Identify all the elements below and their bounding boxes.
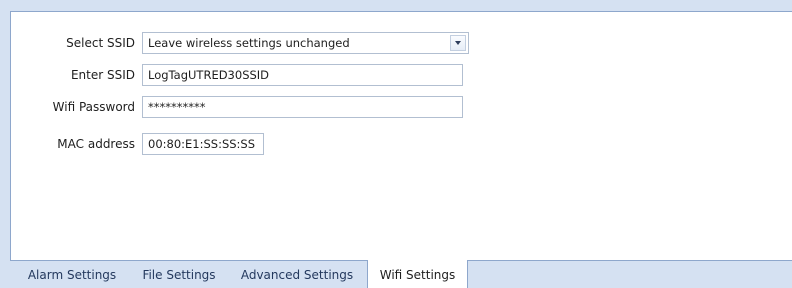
- select-ssid-value: Leave wireless settings unchanged: [148, 36, 350, 50]
- select-ssid-dropdown[interactable]: Leave wireless settings unchanged: [142, 32, 469, 54]
- tab-wifi-settings[interactable]: Wifi Settings: [367, 260, 468, 288]
- chevron-down-icon[interactable]: [450, 35, 466, 51]
- tab-wifi-settings-label: Wifi Settings: [379, 268, 456, 282]
- mac-address-label: MAC address: [57, 137, 135, 151]
- settings-window: Select SSID Leave wireless settings unch…: [0, 0, 792, 288]
- select-ssid-label: Select SSID: [66, 36, 135, 50]
- tab-advanced-settings-label: Advanced Settings: [240, 268, 354, 282]
- tab-advanced-settings[interactable]: Advanced Settings: [232, 260, 362, 288]
- wifi-settings-panel: Select SSID Leave wireless settings unch…: [10, 11, 792, 261]
- mac-address-value: 00:80:E1:SS:SS:SS: [148, 137, 256, 151]
- tab-file-settings-label: File Settings: [142, 268, 216, 282]
- ssid-input-value: LogTagUTRED30SSID: [148, 68, 270, 82]
- password-input[interactable]: **********: [142, 96, 463, 118]
- tab-alarm-settings-label: Alarm Settings: [27, 268, 117, 282]
- wifi-password-label: Wifi Password: [52, 100, 135, 114]
- mac-address-field[interactable]: 00:80:E1:SS:SS:SS: [142, 133, 264, 155]
- password-input-value: **********: [148, 100, 206, 114]
- ssid-input[interactable]: LogTagUTRED30SSID: [142, 64, 463, 86]
- tab-alarm-settings[interactable]: Alarm Settings: [16, 260, 128, 288]
- settings-tab-bar: Alarm Settings File Settings Advanced Se…: [10, 260, 792, 288]
- tab-file-settings[interactable]: File Settings: [134, 260, 224, 288]
- enter-ssid-label: Enter SSID: [70, 68, 135, 82]
